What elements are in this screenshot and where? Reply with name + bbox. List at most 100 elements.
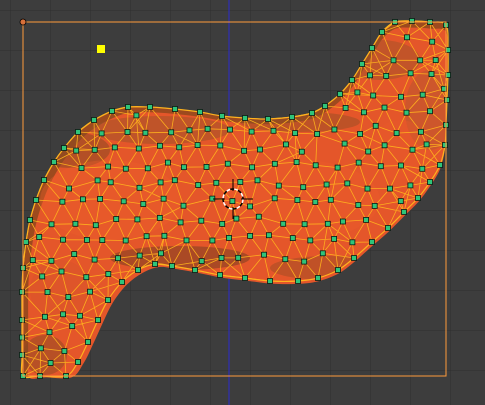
uv-vertex[interactable] — [160, 195, 167, 202]
uv-vertex[interactable] — [442, 142, 448, 148]
uv-vertex[interactable] — [423, 141, 430, 148]
uv-vertex[interactable] — [105, 271, 112, 277]
uv-vertex[interactable] — [315, 275, 321, 281]
uv-vertex[interactable] — [46, 329, 53, 336]
uv-vertex[interactable] — [19, 334, 25, 341]
uv-vertex[interactable] — [409, 146, 416, 153]
uv-vertex[interactable] — [80, 196, 86, 203]
uv-vertex[interactable] — [140, 201, 147, 207]
uv-vertex[interactable] — [267, 278, 273, 284]
uv-vertex[interactable] — [42, 313, 48, 320]
uv-vertex[interactable] — [247, 203, 254, 210]
uv-vertex[interactable] — [180, 202, 187, 209]
uv-vertex[interactable] — [157, 179, 164, 186]
uv-vertex[interactable] — [427, 179, 433, 185]
uv-vertex[interactable] — [270, 127, 277, 134]
uv-vertex[interactable] — [324, 220, 331, 227]
uv-vertex[interactable] — [107, 179, 114, 186]
uv-vertex[interactable] — [156, 142, 163, 149]
uv-vertex[interactable] — [111, 144, 118, 151]
uv-vertex[interactable] — [36, 234, 43, 240]
uv-vertex[interactable] — [142, 129, 149, 136]
uv-vertex[interactable] — [393, 130, 400, 137]
uv-vertex[interactable] — [233, 215, 240, 222]
uv-vertex[interactable] — [354, 89, 361, 96]
uv-vertex[interactable] — [357, 130, 364, 137]
uv-vertex[interactable] — [334, 164, 341, 171]
uv-vertex[interactable] — [61, 348, 68, 355]
uv-vertex[interactable] — [180, 164, 187, 171]
uv-vertex[interactable] — [369, 45, 375, 51]
uv-vertex[interactable] — [120, 198, 127, 205]
uv-vertex[interactable] — [344, 180, 351, 187]
uv-vertex[interactable] — [335, 267, 341, 273]
uv-vertex[interactable] — [203, 163, 210, 170]
uv-vertex[interactable] — [355, 202, 362, 208]
uv-vertex[interactable] — [122, 165, 129, 172]
uv-vertex[interactable] — [282, 141, 289, 148]
uv-vertex[interactable] — [72, 220, 79, 227]
uv-vertex[interactable] — [172, 106, 178, 112]
uv-vertex[interactable] — [60, 236, 66, 243]
uv-vertex[interactable] — [119, 279, 125, 285]
uv-vertex[interactable] — [381, 142, 388, 149]
uv-vertex[interactable] — [186, 127, 193, 134]
uv-vertex[interactable] — [365, 148, 372, 155]
uv-vertex[interactable] — [39, 273, 46, 280]
uv-vertex[interactable] — [198, 217, 205, 224]
uv-vertex[interactable] — [261, 251, 267, 258]
uv-vertex[interactable] — [91, 117, 97, 123]
uv-vertex[interactable] — [292, 130, 299, 137]
uv-vertex[interactable] — [85, 339, 91, 345]
uv-vertex[interactable] — [349, 77, 355, 83]
uv-vertex[interactable] — [194, 142, 201, 149]
uv-vertex[interactable] — [229, 198, 236, 205]
uv-vertex[interactable] — [301, 221, 308, 228]
uv-vertex[interactable] — [48, 221, 55, 228]
uv-vertex[interactable] — [94, 177, 101, 184]
uv-vertex[interactable] — [247, 232, 254, 239]
uv-vertex[interactable] — [417, 57, 424, 64]
uv-vertex[interactable] — [309, 110, 315, 116]
uv-vertex[interactable] — [323, 181, 330, 188]
uv-vertex[interactable] — [147, 104, 153, 110]
uv-vertex[interactable] — [404, 34, 410, 41]
uv-vertex[interactable] — [122, 237, 129, 244]
uv-vertex[interactable] — [327, 196, 334, 203]
uv-vertex[interactable] — [359, 61, 365, 67]
uv-vertex[interactable] — [171, 177, 178, 184]
uv-vertex[interactable] — [241, 147, 248, 154]
uv-canvas[interactable] — [0, 0, 485, 405]
uv-vertex[interactable] — [143, 233, 150, 240]
uv-vertex[interactable] — [135, 267, 141, 273]
uv-vertex[interactable] — [217, 142, 224, 149]
uv-vertex[interactable] — [91, 146, 98, 153]
uv-vertex[interactable] — [192, 267, 198, 273]
active-vertex-marker[interactable] — [97, 45, 105, 53]
uv-vertex[interactable] — [61, 145, 67, 151]
uv-vertex[interactable] — [51, 159, 57, 165]
uv-vertex[interactable] — [403, 109, 410, 116]
uv-vertex[interactable] — [125, 104, 131, 110]
uv-vertex[interactable] — [341, 140, 348, 147]
uv-vertex[interactable] — [226, 234, 232, 241]
uv-vertex[interactable] — [401, 209, 407, 215]
uv-vertex[interactable] — [19, 289, 25, 295]
uv-vertex[interactable] — [69, 323, 76, 330]
uv-vertex[interactable] — [136, 184, 143, 191]
uv-vertex[interactable] — [265, 232, 272, 239]
uv-vertex[interactable] — [385, 225, 391, 231]
uv-vertex[interactable] — [60, 311, 66, 318]
uv-vertex[interactable] — [91, 256, 98, 263]
uv-vertex[interactable] — [407, 182, 414, 189]
uv-vertex[interactable] — [197, 109, 203, 115]
uv-vertex[interactable] — [249, 164, 256, 171]
uv-vertex[interactable] — [386, 185, 393, 192]
uv-vertex[interactable] — [289, 114, 295, 120]
uv-vertex[interactable] — [379, 29, 385, 35]
uv-vertex[interactable] — [164, 159, 171, 166]
uv-vertex[interactable] — [331, 126, 338, 133]
uv-vertex[interactable] — [419, 91, 426, 98]
uv-editor-viewport[interactable] — [0, 0, 485, 405]
uv-vertex[interactable] — [364, 185, 371, 192]
